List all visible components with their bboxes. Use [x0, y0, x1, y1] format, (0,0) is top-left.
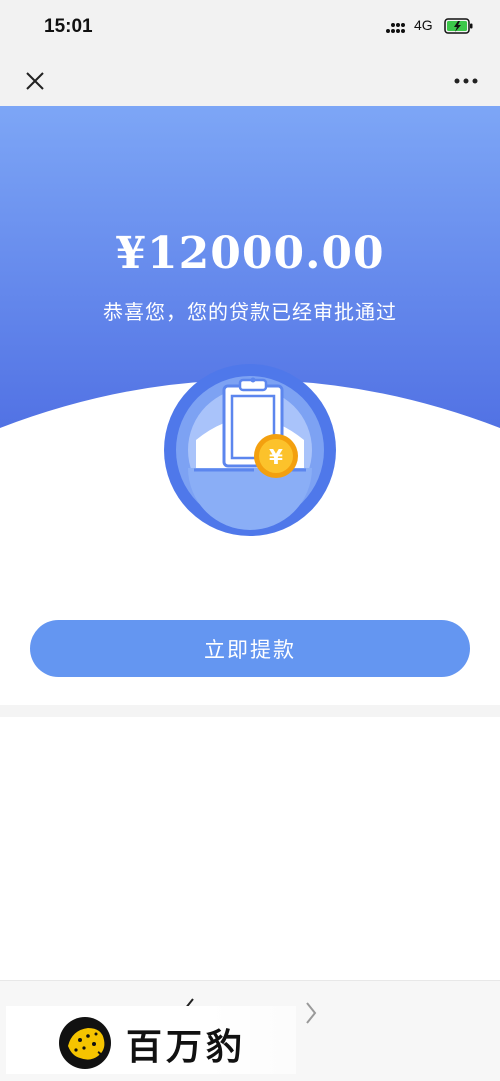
status-time: 15:01 — [44, 16, 93, 37]
loan-approval-page: 15:01 4G ¥12000.00 恭喜您，您的贷款已经审批通过 ¥ 立即提款… — [0, 0, 500, 1081]
battery-icon — [444, 18, 473, 34]
more-dots-icon[interactable] — [448, 64, 484, 98]
approval-hero: ¥12000.00 恭喜您，您的贷款已经审批通过 ¥ — [0, 106, 500, 706]
coin-yuan-symbol: ¥ — [269, 445, 283, 469]
approval-message: 恭喜您，您的贷款已经审批通过 — [103, 300, 397, 324]
nav-bar — [0, 56, 500, 106]
signal-icon — [386, 23, 405, 33]
loan-amount: ¥12000.00 — [115, 228, 385, 279]
watermark-text: 百万豹 — [126, 1026, 247, 1068]
clipboard-coin-illustration: ¥ — [164, 364, 336, 536]
watermark: 百万豹 — [6, 1006, 296, 1074]
status-bar: 15:01 4G — [0, 0, 500, 56]
section-divider — [0, 705, 500, 717]
withdraw-button[interactable]: 立即提款 — [30, 620, 470, 677]
leopard-logo-icon — [59, 1017, 111, 1069]
network-type: 4G — [414, 17, 433, 33]
close-icon[interactable] — [18, 64, 52, 98]
forward-arrow-icon[interactable] — [300, 999, 322, 1027]
